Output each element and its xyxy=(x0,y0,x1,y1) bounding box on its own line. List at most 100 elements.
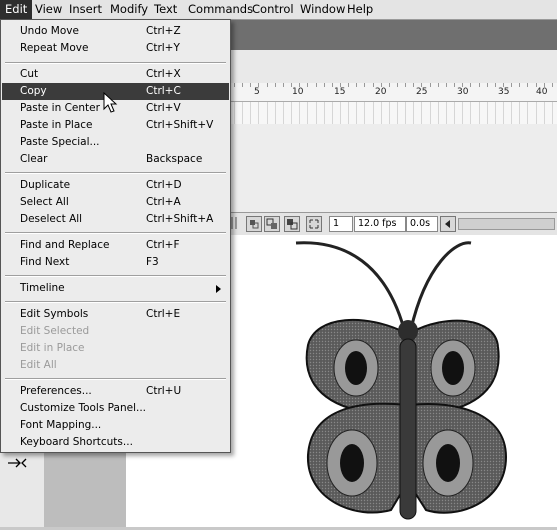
menu-item-edit-selected: Edit Selected xyxy=(2,323,229,340)
ruler-tick xyxy=(543,83,545,87)
menu-item-edit-in-place: Edit in Place xyxy=(2,340,229,357)
menu-item-timeline[interactable]: Timeline xyxy=(2,280,229,297)
menu-separator xyxy=(5,62,226,64)
menu-item-label: Edit Selected xyxy=(20,325,90,337)
scroll-left-arrow-icon[interactable] xyxy=(440,216,456,232)
frame-cell xyxy=(551,102,553,124)
frame-cell xyxy=(413,102,415,124)
menu-item-label: Find and Replace xyxy=(20,239,110,251)
frame-cell xyxy=(437,102,439,124)
menu-item-label: Duplicate xyxy=(20,179,71,191)
menu-control[interactable]: Control xyxy=(247,0,299,19)
menu-item-label: Edit in Place xyxy=(20,342,85,354)
menu-text[interactable]: Text xyxy=(149,0,182,19)
menu-item-repeat-move[interactable]: Repeat Move Ctrl+Y xyxy=(2,40,229,57)
menu-item-label: Undo Move xyxy=(20,25,79,37)
menu-item-shortcut: Ctrl+U xyxy=(146,385,182,397)
center-frame-icon[interactable] xyxy=(246,216,262,232)
menu-edit[interactable]: Edit xyxy=(0,0,33,19)
current-frame-field: 1 xyxy=(329,216,353,232)
ruler-number: 20 xyxy=(375,87,387,97)
menu-item-select-all[interactable]: Select All Ctrl+A xyxy=(2,194,229,211)
menu-item-deselect-all[interactable]: Deselect All Ctrl+Shift+A xyxy=(2,211,229,228)
frame-cell xyxy=(388,102,390,124)
frame-cell xyxy=(543,102,545,124)
menu-item-paste-special[interactable]: Paste Special... xyxy=(2,134,229,151)
playhead-icon xyxy=(230,216,238,230)
menu-item-find-and-replace[interactable]: Find and Replace Ctrl+F xyxy=(2,237,229,254)
ruler-tick xyxy=(470,83,472,87)
ruler-tick xyxy=(511,83,513,87)
frame-cell xyxy=(348,102,350,124)
ruler-tick xyxy=(258,83,260,87)
ruler-tick xyxy=(462,83,464,87)
menu-item-cut[interactable]: Cut Ctrl+X xyxy=(2,66,229,83)
menu-item-duplicate[interactable]: Duplicate Ctrl+D xyxy=(2,177,229,194)
frame-cell xyxy=(339,102,341,124)
menu-item-label: Edit Symbols xyxy=(20,308,89,320)
menu-item-shortcut: Ctrl+Z xyxy=(146,25,181,37)
frame-cell xyxy=(331,102,333,124)
onion-skin-icon[interactable] xyxy=(264,216,280,232)
menu-item-edit-symbols[interactable]: Edit Symbols Ctrl+E xyxy=(2,306,229,323)
menu-view[interactable]: View xyxy=(30,0,67,19)
ruler-tick xyxy=(315,83,317,87)
ruler-tick xyxy=(339,83,341,87)
edit-multiple-frames-icon[interactable] xyxy=(306,216,322,232)
menu-insert[interactable]: Insert xyxy=(64,0,107,19)
menu-item-edit-all: Edit All xyxy=(2,357,229,374)
timeline-frames[interactable] xyxy=(230,102,557,125)
menu-item-preferences[interactable]: Preferences... Ctrl+U xyxy=(2,383,229,400)
frame-rate-field[interactable]: 12.0 fps xyxy=(354,216,406,232)
menu-item-keyboard-shortcuts[interactable]: Keyboard Shortcuts... xyxy=(2,434,229,451)
ruler-number: 35 xyxy=(498,87,510,97)
frame-cell xyxy=(535,102,537,124)
frame-cell xyxy=(511,102,513,124)
frame-cell xyxy=(274,102,276,124)
frame-cell xyxy=(478,102,480,124)
frame-cell xyxy=(445,102,447,124)
ruler-tick xyxy=(429,83,431,87)
ruler-tick xyxy=(535,83,537,87)
menu-item-shortcut: Ctrl+C xyxy=(146,85,181,97)
ruler-number: 25 xyxy=(416,87,428,97)
menu-item-label: Font Mapping... xyxy=(20,419,102,431)
frame-cell xyxy=(502,102,504,124)
frame-cell xyxy=(356,102,358,124)
menu-item-find-next[interactable]: Find Next F3 xyxy=(2,254,229,271)
frame-cell xyxy=(299,102,301,124)
menu-item-label: Keyboard Shortcuts... xyxy=(20,436,133,448)
frame-cell xyxy=(307,102,309,124)
ruler-tick xyxy=(250,83,252,87)
menu-item-label: Clear xyxy=(20,153,48,165)
tool-icon[interactable] xyxy=(6,456,34,470)
menu-item-paste-in-place[interactable]: Paste in Place Ctrl+Shift+V xyxy=(2,117,229,134)
ruler-tick xyxy=(356,83,358,87)
ruler-number: 5 xyxy=(254,87,260,97)
frame-cell xyxy=(519,102,521,124)
frame-cell xyxy=(462,102,464,124)
frame-cell xyxy=(486,102,488,124)
menu-item-shortcut: Backspace xyxy=(146,153,203,165)
menu-item-label: Paste Special... xyxy=(20,136,100,148)
menu-item-label: Select All xyxy=(20,196,69,208)
menu-item-clear[interactable]: Clear Backspace xyxy=(2,151,229,168)
frame-cell xyxy=(380,102,382,124)
menu-item-customize-tools-panel[interactable]: Customize Tools Panel... xyxy=(2,400,229,417)
ruler-tick xyxy=(331,83,333,87)
menu-separator xyxy=(5,378,226,380)
timeline-scrollbar[interactable] xyxy=(458,218,555,230)
onion-skin-outlines-icon[interactable] xyxy=(284,216,300,232)
menu-item-label: Deselect All xyxy=(20,213,83,225)
ruler-tick xyxy=(486,83,488,87)
menu-item-shortcut: F3 xyxy=(146,256,159,268)
ruler-tick xyxy=(234,83,235,87)
menu-modify[interactable]: Modify xyxy=(105,0,153,19)
menu-item-shortcut: Ctrl+D xyxy=(146,179,182,191)
menu-help[interactable]: Help xyxy=(342,0,378,19)
menu-item-label: Find Next xyxy=(20,256,70,268)
menu-item-undo-move[interactable]: Undo Move Ctrl+Z xyxy=(2,23,229,40)
menu-item-font-mapping[interactable]: Font Mapping... xyxy=(2,417,229,434)
timeline-ruler: 5 10 15 20 25 30 35 40 xyxy=(230,83,557,102)
frame-cell xyxy=(429,102,431,124)
